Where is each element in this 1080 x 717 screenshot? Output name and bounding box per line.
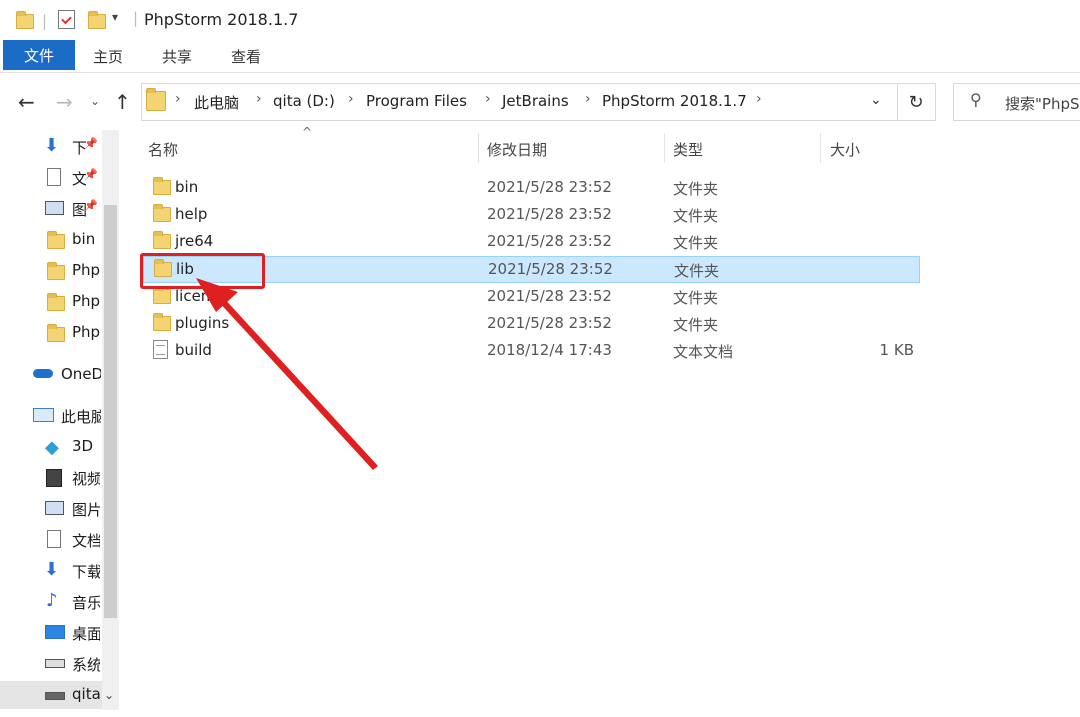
annotation-arrow (196, 278, 378, 470)
annotation-arrow-shaft (217, 296, 378, 470)
